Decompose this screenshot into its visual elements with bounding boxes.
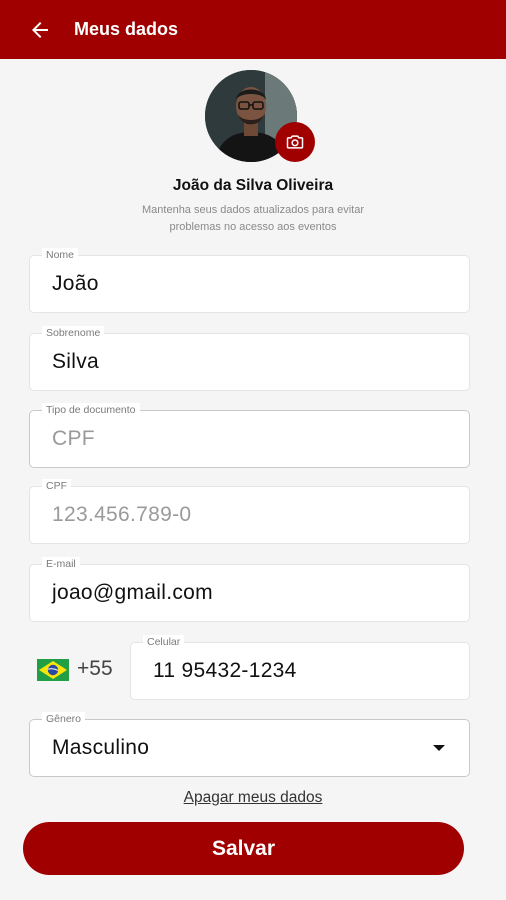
document-type-value: CPF	[52, 427, 95, 450]
change-photo-button[interactable]	[275, 122, 315, 162]
delete-data-link[interactable]: Apagar meus dados	[0, 789, 506, 807]
country-code[interactable]: +55	[77, 657, 113, 681]
email-value: joao@gmail.com	[52, 581, 213, 604]
arrow-left-icon[interactable]	[28, 18, 52, 42]
save-button[interactable]: Salvar	[23, 822, 464, 875]
first-name-value: João	[52, 272, 99, 295]
app-bar: Meus dados	[0, 0, 506, 59]
profile-hint: Mantenha seus dados atualizados para evi…	[142, 204, 364, 233]
gender-select[interactable]: Gênero Masculino	[29, 712, 470, 777]
gender-label: Gênero	[42, 712, 86, 726]
first-name-label: Nome	[42, 248, 79, 262]
camera-icon	[286, 135, 304, 149]
cpf-value: 123.456.789-0	[52, 503, 192, 526]
page-title: Meus dados	[74, 19, 179, 39]
cpf-label: CPF	[42, 479, 71, 493]
phone-value: 11 95432-1234	[153, 659, 297, 682]
phone-field[interactable]: Celular 11 95432-1234	[130, 635, 470, 700]
phone-label: Celular	[143, 635, 185, 649]
gender-value: Masculino	[52, 736, 150, 759]
brazil-flag-icon[interactable]	[37, 659, 69, 681]
email-label: E-mail	[42, 557, 80, 571]
cpf-field[interactable]: CPF 123.456.789-0	[29, 479, 470, 544]
document-type-label: Tipo de documento	[42, 403, 140, 417]
avatar[interactable]	[205, 70, 315, 162]
chevron-down-icon	[433, 745, 445, 751]
document-type-field[interactable]: Tipo de documento CPF	[29, 403, 470, 468]
user-name: João da Silva Oliveira	[172, 177, 334, 194]
last-name-field[interactable]: Sobrenome Silva	[29, 326, 470, 391]
first-name-field[interactable]: Nome João	[29, 248, 470, 313]
email-field[interactable]: E-mail joao@gmail.com	[29, 557, 470, 622]
last-name-value: Silva	[52, 350, 100, 373]
last-name-label: Sobrenome	[42, 326, 105, 340]
